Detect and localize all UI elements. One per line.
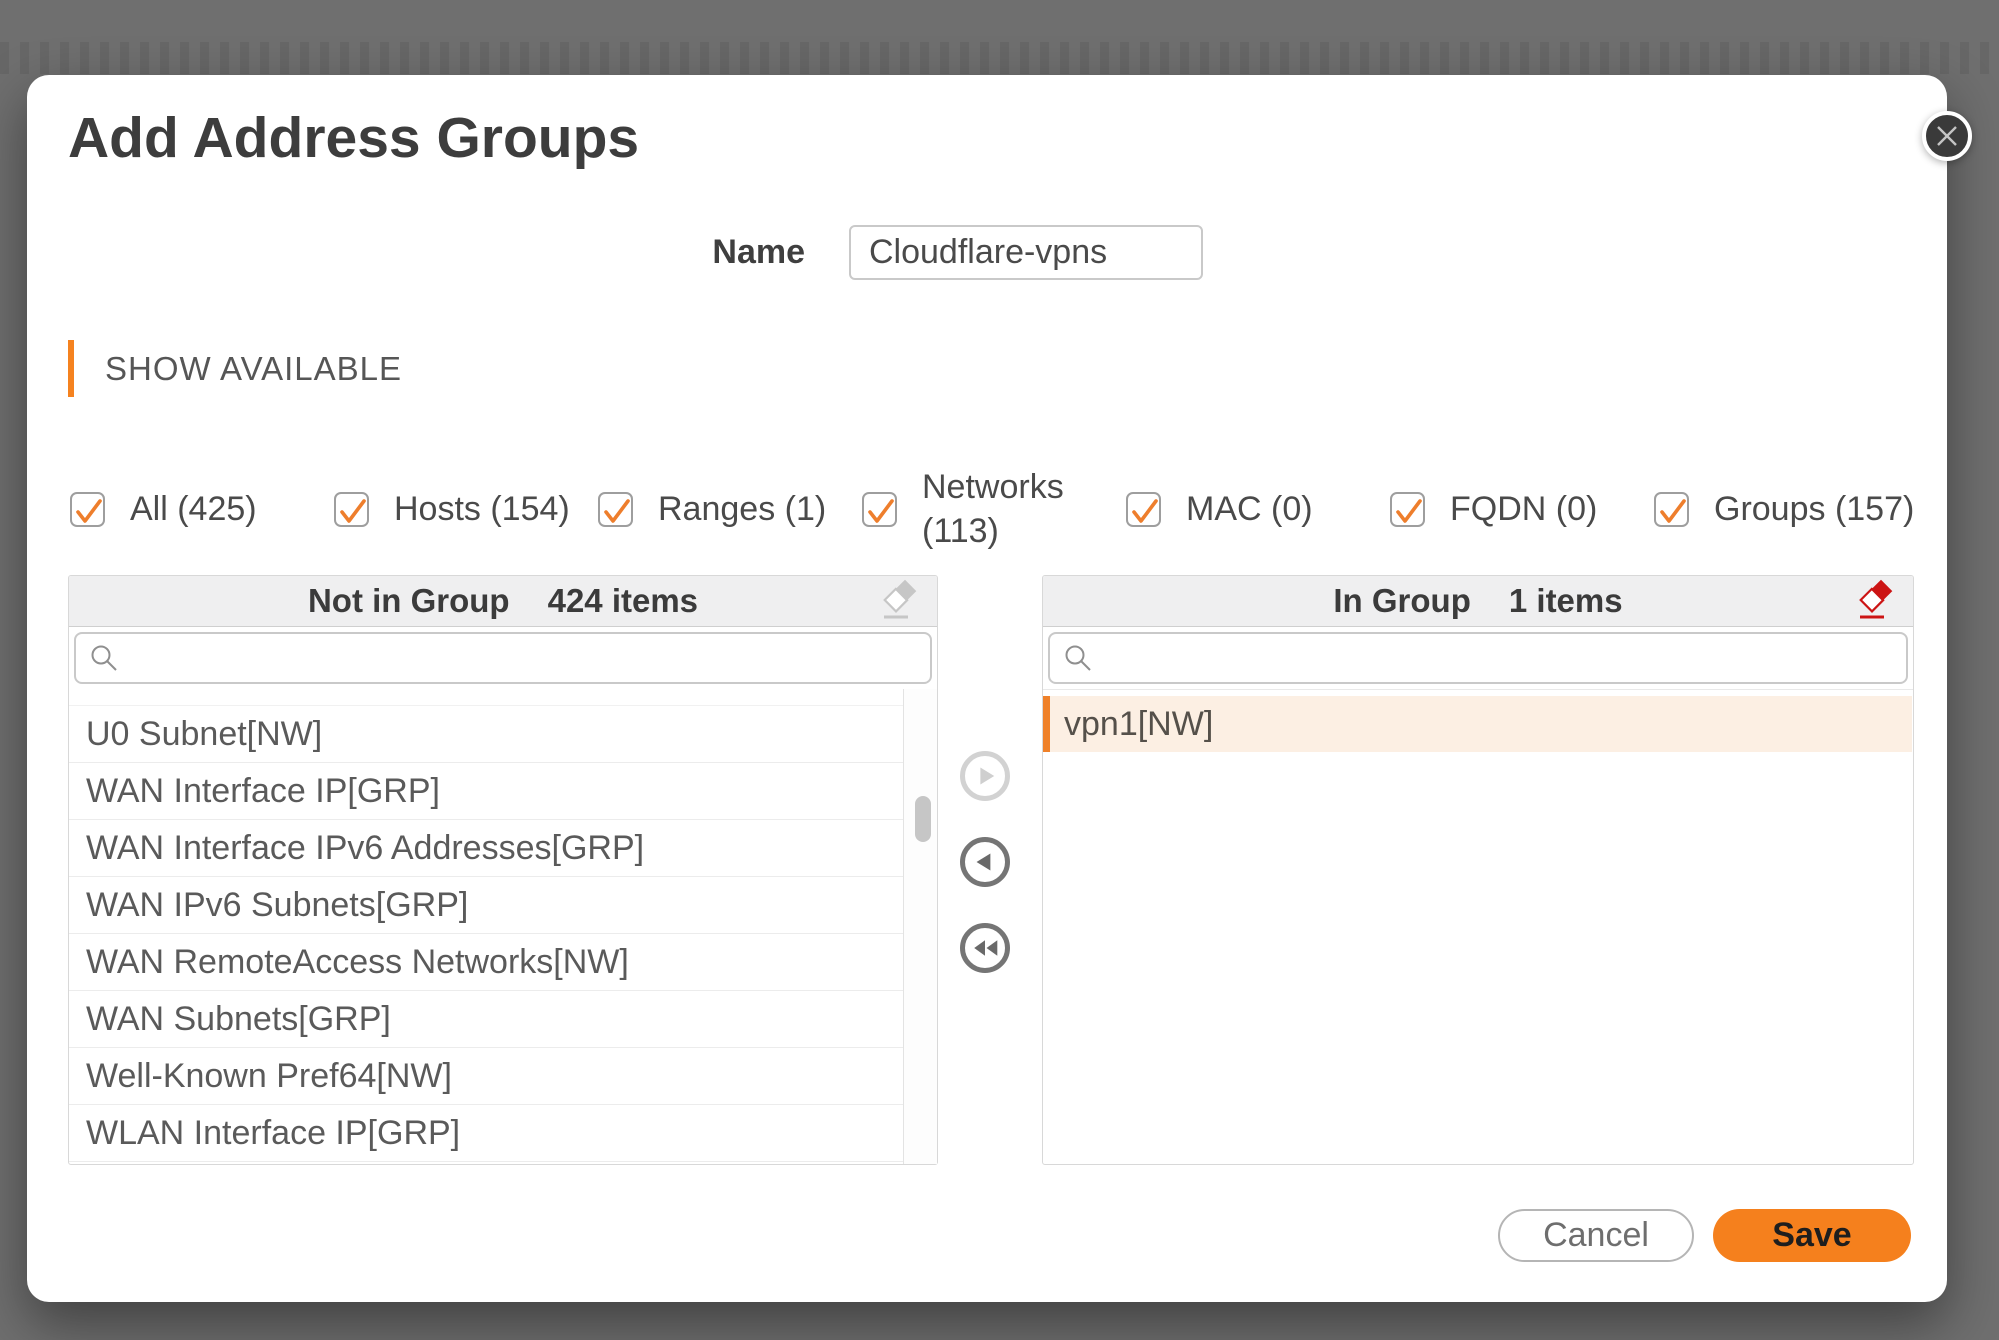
checkmark-icon [598,493,634,529]
save-button[interactable]: Save [1713,1209,1911,1262]
search-box [74,632,932,684]
checkbox[interactable] [598,492,633,527]
filter-label: Groups (157) [1714,487,1914,531]
search-area [1043,627,1913,689]
move-left-button[interactable] [960,837,1010,887]
checkbox[interactable] [1654,492,1689,527]
in-group-panel: In Group 1 items [1042,575,1914,1165]
list-item[interactable]: WAN Interface IP[GRP] [69,763,903,820]
in-group-list: vpn1[NW] [1043,689,1913,1164]
move-right-button[interactable] [960,751,1010,801]
panel-item-count: 424 items [548,582,698,620]
search-input[interactable] [120,634,930,682]
filter-checkbox-item[interactable]: Networks (113) [862,465,1126,553]
selected-list-item[interactable]: vpn1[NW] [1043,696,1912,752]
checkmark-icon [862,493,898,529]
filter-label: Networks (113) [922,465,1064,553]
checkmark-icon [334,493,370,529]
checkmark-icon [1654,493,1690,529]
checkbox[interactable] [1126,492,1161,527]
checkmark-icon [1390,493,1426,529]
eraser-icon-red [1852,578,1898,624]
add-address-groups-dialog: Add Address Groups Name SHOW AVAILABLE A… [27,75,1947,1302]
clear-group-button[interactable] [1849,577,1901,625]
search-icon [88,642,120,674]
checkbox[interactable] [334,492,369,527]
section-accent-bar [68,340,74,397]
close-icon [1934,123,1960,149]
search-input[interactable] [1094,634,1906,682]
list-item[interactable]: WLAN Interface IP[GRP] [69,1105,903,1162]
scrollbar-track[interactable] [903,689,937,1164]
move-all-left-button[interactable] [960,923,1010,973]
panel-title: Not in Group [308,582,510,620]
name-input[interactable] [849,225,1203,280]
filter-checkbox-item[interactable]: Groups (157) [1654,487,1918,531]
list-item[interactable]: WAN Subnets[GRP] [69,991,903,1048]
filter-checkbox-item[interactable]: All (425) [70,487,334,531]
filter-checkbox-item[interactable]: Hosts (154) [334,487,598,531]
transfer-list-area: Not in Group 424 items [68,575,1914,1165]
name-field-row: Name [27,225,1947,280]
search-box [1048,632,1908,684]
cancel-button[interactable]: Cancel [1498,1209,1694,1262]
checkbox[interactable] [862,492,897,527]
eraser-icon [876,578,922,624]
close-button[interactable] [1922,111,1972,161]
not-in-group-header: Not in Group 424 items [69,576,937,627]
filter-checkbox-item[interactable]: FQDN (0) [1390,487,1654,531]
filter-label: All (425) [130,487,257,531]
filter-checkbox-item[interactable]: MAC (0) [1126,487,1390,531]
not-in-group-panel: Not in Group 424 items [68,575,938,1165]
search-area [69,627,937,689]
section-heading: SHOW AVAILABLE [105,350,402,388]
filter-label: MAC (0) [1186,487,1313,531]
arrow-left-icon [965,842,1005,882]
list-item[interactable]: U0 Subnet[NW] [69,705,903,763]
checkbox[interactable] [1390,492,1425,527]
panel-item-count: 1 items [1509,582,1623,620]
scrollbar-thumb[interactable] [915,796,931,842]
search-icon [1062,642,1094,674]
panel-title: In Group [1333,582,1470,620]
not-in-group-list: U0 Subnet[NW]WAN Interface IP[GRP]WAN In… [69,689,937,1164]
filter-label: FQDN (0) [1450,487,1597,531]
filter-label: Hosts (154) [394,487,570,531]
list-item[interactable]: WAN Interface IPv6 Addresses[GRP] [69,820,903,877]
dimmed-background-pattern [0,42,1999,74]
show-available-section: SHOW AVAILABLE [68,340,402,397]
in-group-header: In Group 1 items [1043,576,1913,627]
list-item[interactable]: WAN RemoteAccess Networks[NW] [69,934,903,991]
filter-checkbox-item[interactable]: Ranges (1) [598,487,862,531]
checkbox[interactable] [70,492,105,527]
clear-selection-button[interactable] [873,577,925,625]
type-filter-row: All (425) Hosts (154) Ranges (1) [70,454,1940,564]
arrow-right-icon [965,756,1005,796]
checkmark-icon [1126,493,1162,529]
screen-backdrop: Add Address Groups Name SHOW AVAILABLE A… [0,0,1999,1340]
checkmark-icon [70,493,106,529]
page-title: Add Address Groups [68,105,639,171]
list-item[interactable]: WAN IPv6 Subnets[GRP] [69,877,903,934]
list-item[interactable]: Well-Known Pref64[NW] [69,1048,903,1105]
name-label: Name [607,225,805,280]
filter-label: Ranges (1) [658,487,826,531]
double-arrow-left-icon [965,928,1005,968]
